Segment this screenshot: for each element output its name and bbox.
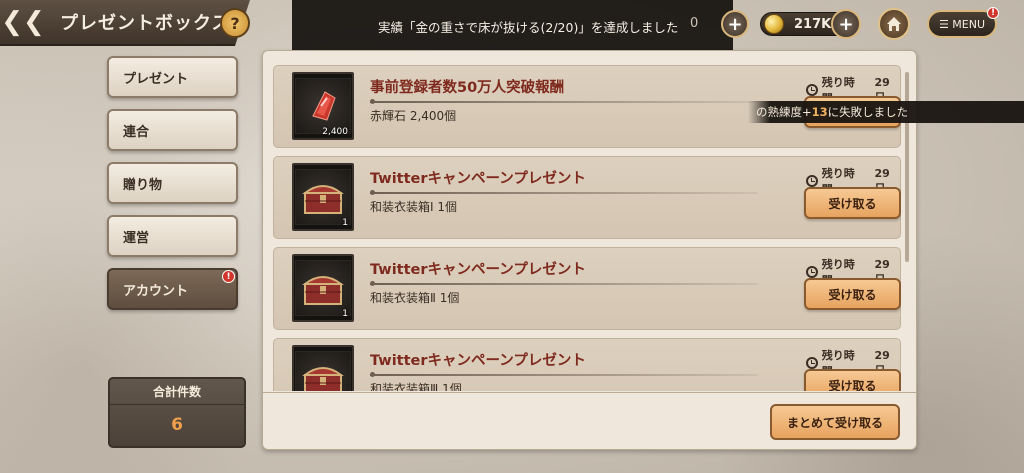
title-bar: ❮❮ プレゼントボックス xyxy=(0,0,250,46)
gold-value: 217K xyxy=(794,16,832,32)
treasure-chest-icon xyxy=(295,260,351,316)
total-count-label: 合計件数 xyxy=(110,379,244,405)
notice-text: 実績「金の重さで床が抜ける(2/20)」を達成しました xyxy=(378,20,679,35)
gift-title: 事前登録者数50万人突破報酬 xyxy=(370,80,565,96)
divider xyxy=(370,190,758,195)
item-quantity: 1 xyxy=(342,309,348,319)
receive-button[interactable]: 受け取る xyxy=(804,278,901,310)
divider xyxy=(370,372,758,377)
sidebar-item-management[interactable]: 運営 xyxy=(107,215,238,257)
sidebar-item-label: アカウント xyxy=(123,283,189,299)
sidebar-item-gifts[interactable]: 贈り物 xyxy=(107,162,238,204)
account-alert-badge: ! xyxy=(222,270,235,283)
gift-title: Twitterキャンペーンプレゼント xyxy=(370,262,586,278)
total-count-value: 6 xyxy=(171,415,183,435)
clock-icon xyxy=(806,175,818,187)
menu-alert-badge: ! xyxy=(987,7,999,19)
sidebar-item-label: 贈り物 xyxy=(123,177,163,193)
treasure-chest-icon xyxy=(295,351,351,391)
clock-icon xyxy=(806,266,818,278)
gift-row: 1 Twitterキャンペーンプレゼント 和装衣装箱Ⅱ 1個 残り時間 29日 … xyxy=(273,247,901,330)
item-frame: 1 xyxy=(292,163,354,231)
gift-row: 1 Twitterキャンペーンプレゼント 和装衣装箱Ⅰ 1個 残り時間 29日 … xyxy=(273,156,901,239)
divider xyxy=(370,99,758,104)
total-count-box: 合計件数 6 xyxy=(108,377,246,448)
receive-button[interactable]: 受け取る xyxy=(804,187,901,219)
receive-all-button[interactable]: まとめて受け取る xyxy=(770,404,900,440)
gem-plus-button[interactable]: + xyxy=(721,10,749,38)
proficiency-toast: の熟練度+ 13 に失敗しました xyxy=(748,101,1024,123)
gift-title: Twitterキャンペーンプレゼント xyxy=(370,171,586,187)
gift-title: Twitterキャンペーンプレゼント xyxy=(370,353,586,369)
sidebar-item-label: プレゼント xyxy=(123,71,189,87)
sidebar-item-label: 連合 xyxy=(123,124,150,140)
item-frame: 1 xyxy=(292,254,354,322)
back-arrow-icon[interactable]: ❮❮ xyxy=(0,0,46,45)
sidebar-item-alliance[interactable]: 連合 xyxy=(107,109,238,151)
gem-count: 0 xyxy=(690,16,699,31)
home-button[interactable] xyxy=(878,8,910,40)
toast-prefix: の熟練度+ xyxy=(756,105,812,119)
item-quantity: 2,400 xyxy=(322,127,348,137)
sidebar-item-account[interactable]: アカウント xyxy=(107,268,238,310)
toast-suffix: に失敗しました xyxy=(827,105,909,119)
home-icon xyxy=(887,17,901,31)
gift-description: 赤輝石 2,400個 xyxy=(370,109,457,123)
gold-plus-button[interactable]: + xyxy=(831,9,861,39)
item-frame: 2,400 xyxy=(292,72,354,140)
panel-divider xyxy=(263,392,916,393)
help-button[interactable]: ? xyxy=(220,8,250,38)
gift-description: 和装衣装箱Ⅱ 1個 xyxy=(370,291,460,305)
gift-description: 和装衣装箱Ⅲ 1個 xyxy=(370,382,462,391)
clock-icon xyxy=(806,357,818,369)
red-crystal-icon xyxy=(295,78,351,134)
page-title: プレゼントボックス xyxy=(60,13,231,34)
item-frame xyxy=(292,345,354,391)
gift-description: 和装衣装箱Ⅰ 1個 xyxy=(370,200,457,214)
sidebar-item-label: 運営 xyxy=(123,230,150,246)
toast-number: 13 xyxy=(811,105,828,119)
gift-row: Twitterキャンペーンプレゼント 和装衣装箱Ⅲ 1個 残り時間 29日 受け… xyxy=(273,338,901,391)
gold-coin-icon xyxy=(764,14,784,34)
clock-icon xyxy=(806,84,818,96)
sidebar-item-present[interactable]: プレゼント xyxy=(107,56,238,98)
treasure-chest-icon xyxy=(295,169,351,225)
receive-button[interactable]: 受け取る xyxy=(804,369,901,391)
divider xyxy=(370,281,758,286)
item-quantity: 1 xyxy=(342,218,348,228)
achievement-notice: 実績「金の重さで床が抜ける(2/20)」を達成しました xyxy=(292,0,733,54)
